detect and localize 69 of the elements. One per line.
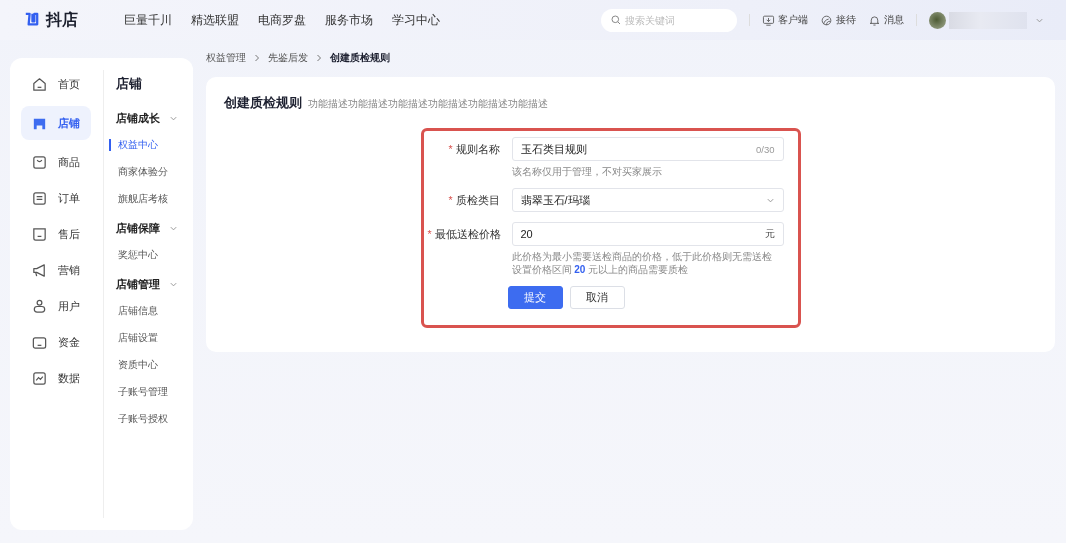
page-description: 功能描述功能描述功能描述功能描述功能描述功能描述 — [308, 97, 548, 111]
field-label: * 规则名称 — [448, 143, 500, 155]
section-title: 店铺 — [116, 76, 143, 93]
field-hint: 设置价格区间 20 元以上的商品需要质检 — [511, 263, 690, 276]
text-field[interactable]: 玉石类目规则 0/30 — [511, 137, 784, 161]
submenu-item[interactable]: 店铺设置 — [109, 332, 193, 344]
cancel-button[interactable]: 取消 — [569, 286, 625, 309]
character-counter: 0/30 — [756, 143, 775, 155]
megaphone-icon — [31, 261, 48, 279]
user-icon — [31, 297, 48, 315]
search-field[interactable]: 搜索关键词 — [601, 8, 737, 32]
nav-link[interactable]: 巨量千川 — [124, 12, 172, 28]
bag-icon — [31, 153, 48, 171]
search-icon — [611, 15, 621, 25]
submenu-item[interactable]: 奖惩中心 — [109, 249, 193, 261]
unit-suffix: 元 — [764, 227, 775, 241]
nav-item[interactable]: 商品 — [21, 148, 91, 176]
bell-icon — [868, 13, 881, 27]
field-hint: 该名称仅用于管理，不对买家展示 — [511, 165, 663, 178]
submenu-item[interactable]: 子账号管理 — [109, 386, 193, 398]
field-label: * 质检类目 — [448, 194, 500, 206]
toolbar-button[interactable]: 消息 — [868, 13, 904, 27]
breadcrumb-item: 创建质检规则 — [330, 51, 390, 65]
avatar[interactable] — [929, 11, 946, 29]
nav-item[interactable]: 用户 — [21, 292, 91, 320]
nav-item[interactable]: 售后 — [21, 220, 91, 248]
nav-link[interactable]: 电商罗盘 — [258, 12, 306, 28]
tray-icon — [31, 225, 48, 243]
submenu-item[interactable]: 子账号授权 — [109, 413, 193, 425]
chevron-icon — [253, 54, 261, 62]
nav-link[interactable]: 精选联盟 — [191, 12, 239, 28]
menu-group[interactable]: 店铺成长 — [116, 111, 193, 126]
dropdown[interactable]: 翡翠玉石/玛瑙 — [511, 188, 784, 212]
breadcrumb-item[interactable]: 权益管理 — [206, 51, 246, 65]
house-icon — [31, 75, 48, 93]
logo-text: 抖店 — [46, 9, 78, 30]
submenu-item[interactable]: 资质中心 — [109, 359, 193, 371]
nav-link[interactable]: 服务市场 — [325, 12, 373, 28]
nav-item[interactable]: 首页 — [21, 70, 91, 98]
nav-link[interactable]: 学习中心 — [392, 12, 440, 28]
toolbar-button[interactable]: 接待 — [820, 13, 856, 27]
chevron-icon — [169, 224, 178, 233]
page-title: 创建质检规则 — [224, 95, 302, 112]
nav-item[interactable]: 店铺 — [21, 106, 91, 140]
chevron-icon — [169, 280, 178, 289]
submit-button[interactable]: 提交 — [507, 286, 563, 309]
required-mark: * — [448, 194, 453, 206]
monitor-icon — [762, 13, 775, 27]
chevron-icon — [169, 114, 178, 123]
document-icon — [31, 189, 48, 207]
toolbar-button[interactable]: 客户端 — [762, 13, 808, 27]
nav-item[interactable]: 数据 — [21, 364, 91, 392]
price-field[interactable]: 20 元 — [511, 222, 784, 246]
menu-group[interactable]: 店铺保障 — [116, 221, 193, 236]
nav-item[interactable]: 营销 — [21, 256, 91, 284]
submenu-item[interactable]: 店铺信息 — [109, 305, 193, 317]
field-label: * 最低送检价格 — [427, 228, 501, 240]
nav-item[interactable]: 资金 — [21, 328, 91, 356]
submenu-item[interactable]: 旗舰店考核 — [109, 193, 193, 205]
submenu-item[interactable]: 商家体验分 — [109, 166, 193, 178]
breadcrumb-item[interactable]: 先鉴后发 — [268, 51, 308, 65]
chart-icon — [31, 369, 48, 387]
nav-item[interactable]: 订单 — [21, 184, 91, 212]
required-mark: * — [448, 143, 453, 155]
required-mark: * — [427, 228, 432, 240]
chevron-icon — [315, 54, 323, 62]
menu-group[interactable]: 店铺管理 — [116, 277, 193, 292]
field-hint: 此价格为最小需要送检商品的价格，低于此价格则无需送检 — [511, 250, 773, 263]
submenu-item[interactable]: 权益中心 — [109, 139, 193, 151]
